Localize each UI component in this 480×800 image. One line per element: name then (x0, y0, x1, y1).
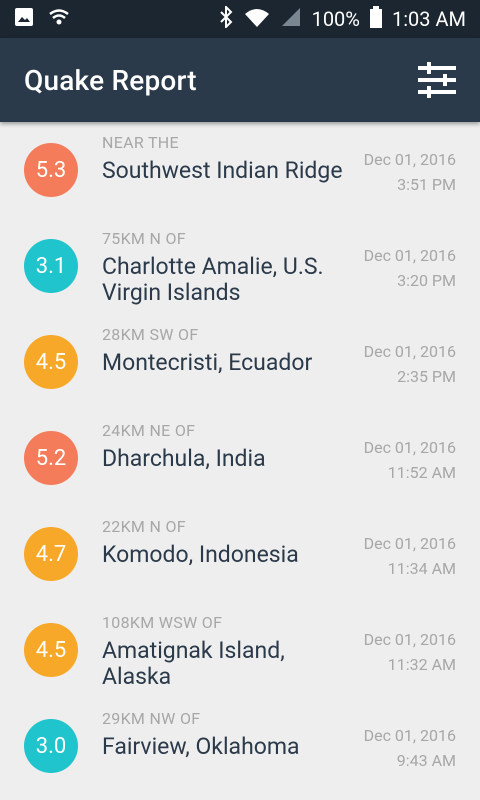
datetime-block: Dec 01, 2016 11:52 AM (346, 410, 456, 482)
datetime-block: Dec 01, 2016 9:43 AM (346, 698, 456, 770)
location-block: 28KM SW OF Montecristi, Ecuador (102, 314, 346, 376)
datetime-block: Dec 01, 2016 11:34 AM (346, 506, 456, 578)
location-block: NEAR THE Southwest Indian Ridge (102, 122, 346, 184)
primary-location: Fairview, Oklahoma (102, 733, 300, 760)
time: 11:34 AM (387, 559, 456, 578)
location-offset: NEAR THE (102, 133, 179, 152)
location-offset: 22KM N OF (102, 517, 186, 536)
magnitude-badge: 3.1 (24, 239, 78, 293)
earthquake-list: 5.3 NEAR THE Southwest Indian Ridge Dec … (0, 122, 480, 794)
date: Dec 01, 2016 (363, 438, 456, 457)
date: Dec 01, 2016 (363, 150, 456, 169)
location-block: 22KM N OF Komodo, Indonesia (102, 506, 346, 568)
magnitude-badge: 3.0 (24, 719, 78, 773)
location-offset: 75KM N OF (102, 229, 186, 248)
datetime-block: Dec 01, 2016 3:51 PM (346, 122, 456, 194)
list-item[interactable]: 5.2 24KM NE OF Dharchula, India Dec 01, … (0, 410, 480, 506)
status-bar: 100% 1:03 AM (0, 0, 480, 38)
primary-location: Charlotte Amalie, U.S. Virgin Islands (102, 253, 324, 306)
magnitude-badge: 4.7 (24, 527, 78, 581)
page-title: Quake Report (24, 63, 197, 97)
status-left (14, 7, 84, 32)
cell-signal-icon (280, 7, 302, 32)
list-item[interactable]: 3.0 29KM NW OF Fairview, Oklahoma Dec 01… (0, 698, 480, 794)
image-icon (14, 7, 34, 32)
time: 9:43 AM (396, 751, 456, 770)
list-item[interactable]: 5.3 NEAR THE Southwest Indian Ridge Dec … (0, 122, 480, 218)
time: 2:35 PM (397, 367, 456, 386)
primary-location: Dharchula, India (102, 445, 266, 472)
location-block: 108KM WSW OF Amatignak Island, Alaska (102, 602, 346, 690)
primary-location: Southwest Indian Ridge (102, 157, 343, 184)
time: 3:51 PM (397, 175, 456, 194)
filter-sliders-icon[interactable] (418, 62, 456, 98)
list-item[interactable]: 4.5 108KM WSW OF Amatignak Island, Alask… (0, 602, 480, 698)
battery-percent: 100% (311, 7, 360, 31)
location-offset: 108KM WSW OF (102, 613, 223, 632)
app-bar: Quake Report (0, 38, 480, 122)
magnitude-badge: 4.5 (24, 623, 78, 677)
time: 3:20 PM (397, 271, 456, 290)
datetime-block: Dec 01, 2016 11:32 AM (346, 602, 456, 674)
time: 11:52 AM (387, 463, 456, 482)
list-item[interactable]: 4.5 28KM SW OF Montecristi, Ecuador Dec … (0, 314, 480, 410)
location-block: 24KM NE OF Dharchula, India (102, 410, 346, 472)
status-right: 100% 1:03 AM (208, 4, 466, 33)
magnitude-badge: 5.3 (24, 143, 78, 197)
list-item[interactable]: 3.1 75KM N OF Charlotte Amalie, U.S. Vir… (0, 218, 480, 314)
location-offset: 28KM SW OF (102, 325, 199, 344)
clock: 1:03 AM (391, 7, 466, 31)
location-offset: 24KM NE OF (102, 421, 196, 440)
list-item[interactable]: 4.7 22KM N OF Komodo, Indonesia Dec 01, … (0, 506, 480, 602)
magnitude-badge: 5.2 (24, 431, 78, 485)
datetime-block: Dec 01, 2016 2:35 PM (346, 314, 456, 386)
date: Dec 01, 2016 (363, 534, 456, 553)
primary-location: Amatignak Island, Alaska (102, 637, 285, 690)
location-block: 75KM N OF Charlotte Amalie, U.S. Virgin … (102, 218, 346, 306)
location-block: 29KM NW OF Fairview, Oklahoma (102, 698, 346, 760)
bluetooth-icon (218, 4, 234, 33)
date: Dec 01, 2016 (363, 726, 456, 745)
magnitude-badge: 4.5 (24, 335, 78, 389)
datetime-block: Dec 01, 2016 3:20 PM (346, 218, 456, 290)
date: Dec 01, 2016 (363, 630, 456, 649)
date: Dec 01, 2016 (363, 246, 456, 265)
location-offset: 29KM NW OF (102, 709, 201, 728)
primary-location: Komodo, Indonesia (102, 541, 299, 568)
primary-location: Montecristi, Ecuador (102, 349, 313, 376)
battery-icon (369, 5, 382, 33)
time: 11:32 AM (387, 655, 456, 674)
signal-icon (48, 7, 70, 32)
date: Dec 01, 2016 (363, 342, 456, 361)
wifi-icon (244, 6, 270, 33)
